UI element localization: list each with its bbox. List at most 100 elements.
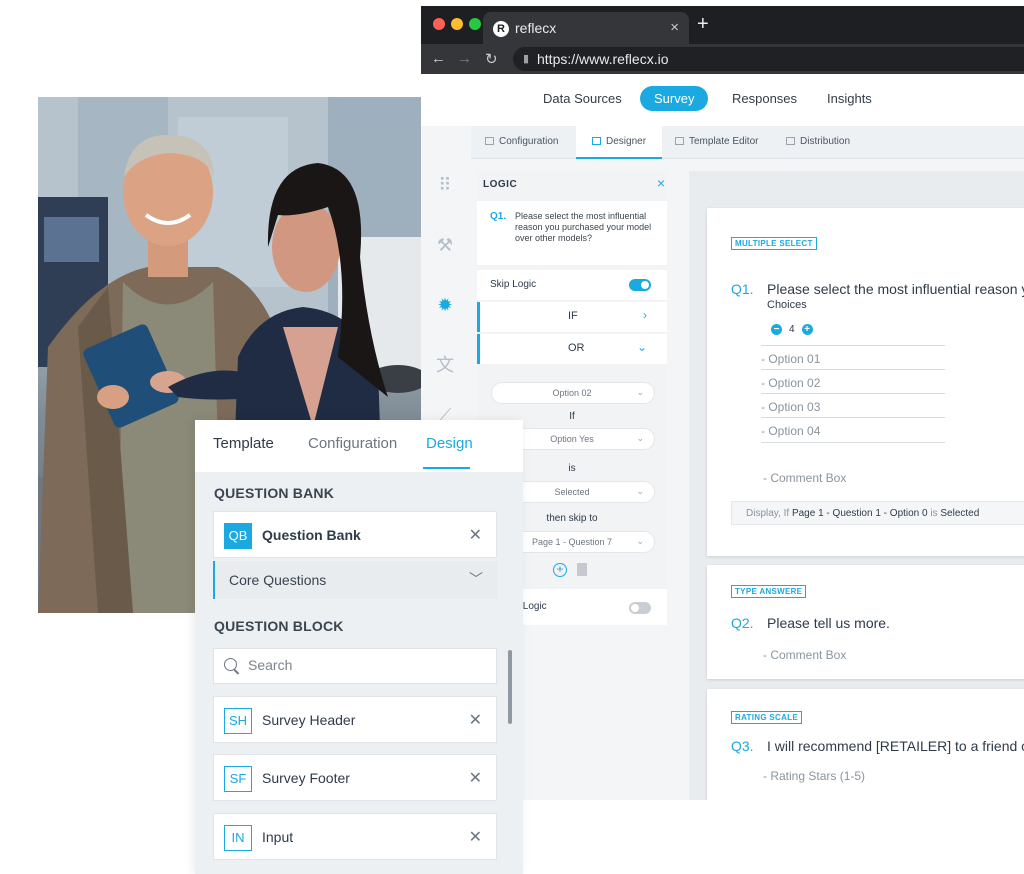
logic-title: LOGIC	[483, 179, 518, 190]
tab-template[interactable]: Template	[213, 435, 274, 452]
logic-question-text: Please select the most influential reaso…	[515, 211, 652, 243]
or-condition-row[interactable]: OR ⌄	[477, 334, 667, 364]
reflecx-favicon-icon: R	[493, 21, 509, 37]
close-icon[interactable]: ✕	[469, 827, 482, 847]
question-text: I will recommend [RETAILER] to a friend …	[767, 738, 1024, 754]
window-minimize-dot[interactable]	[451, 18, 463, 30]
logic-question: Q1. Please select the most influential r…	[477, 201, 667, 265]
address-bar[interactable]: ▮ https://www.reflecx.io	[513, 47, 1024, 71]
new-tab-icon[interactable]: +	[697, 14, 709, 34]
reload-icon[interactable]: ↻	[485, 50, 498, 68]
or-label: OR	[568, 342, 585, 354]
question-card-q1[interactable]: MULTIPLE SELECT Q1. Please select the mo…	[707, 208, 1024, 556]
question-block-heading: QUESTION BLOCK	[214, 618, 344, 634]
wrench-icon[interactable]: ⚒	[434, 234, 456, 256]
configuration-icon	[485, 137, 494, 145]
option-select[interactable]: Option 02 ⌄	[491, 382, 655, 404]
block-search	[213, 648, 497, 684]
minus-icon[interactable]: −	[771, 324, 782, 336]
choice-count-stepper: −4 +	[771, 321, 813, 339]
question-card-q3[interactable]: RATING SCALE Q3. I will recommend [RETAI…	[707, 689, 1024, 800]
close-icon[interactable]: ×	[657, 175, 665, 191]
add-condition-icon[interactable]: +	[553, 563, 567, 577]
tab-designer[interactable]: Designer	[576, 126, 663, 159]
forward-arrow-icon[interactable]: →	[457, 50, 472, 67]
question-number: Q2.	[731, 615, 754, 631]
option-row[interactable]: - Option 04	[761, 417, 945, 443]
question-text: Please tell us more.	[767, 615, 890, 631]
question-bank-item[interactable]: QB Question Bank ✕	[213, 511, 497, 558]
back-arrow-icon[interactable]: ←	[431, 50, 446, 67]
survey-footer-icon: SF	[224, 766, 252, 792]
chevron-right-icon: ›	[643, 308, 647, 322]
block-label: Input	[262, 829, 294, 845]
nav-responses[interactable]: Responses	[732, 91, 797, 106]
question-text: Please select the most influential reaso…	[767, 281, 1024, 297]
lightbulb-icon[interactable]: ✹	[434, 294, 456, 316]
chevron-down-icon: ⌄	[636, 433, 644, 443]
close-icon[interactable]: ✕	[469, 525, 482, 545]
block-item-survey-header[interactable]: SH Survey Header ✕	[213, 696, 497, 743]
browser-tab-strip: R reflecx × +	[421, 6, 1024, 44]
tab-configuration[interactable]: Configuration	[308, 435, 397, 452]
skip-logic-toggle[interactable]	[629, 279, 651, 291]
grid-icon[interactable]: ⠿	[434, 174, 456, 196]
tab-distribution-label: Distribution	[800, 136, 851, 147]
option-select-value: Option 02	[552, 388, 592, 398]
comment-box: - Comment Box	[763, 648, 847, 662]
app-top-nav: Data Sources Survey Responses Insights	[421, 74, 1024, 126]
designer-icon	[592, 137, 601, 145]
option-row[interactable]: - Option 02	[761, 369, 945, 393]
display-state: Selected	[940, 508, 980, 519]
browser-toolbar: ← → ↻ ▮ https://www.reflecx.io	[421, 44, 1024, 74]
tab-configuration[interactable]: Configuration	[485, 136, 558, 147]
display-is: is	[930, 508, 938, 519]
question-card-q2[interactable]: TYPE ANSWERE Q2. Please tell us more. - …	[707, 565, 1024, 679]
lock-icon: ▮	[523, 53, 530, 65]
chevron-down-icon: ⌄	[636, 536, 644, 546]
survey-header-icon: SH	[224, 708, 252, 734]
nav-data-sources[interactable]: Data Sources	[543, 91, 622, 106]
option-row[interactable]: - Option 01	[761, 345, 945, 369]
if-condition-row[interactable]: IF ›	[477, 302, 667, 332]
tab-close-icon[interactable]: ×	[670, 19, 679, 36]
block-label: Survey Footer	[262, 770, 350, 786]
comment-box: - Comment Box	[763, 471, 847, 485]
rating-stars: - Rating Stars (1-5)	[763, 769, 866, 783]
trash-icon[interactable]	[577, 563, 587, 576]
window-maximize-dot[interactable]	[469, 18, 481, 30]
tab-template-editor-label: Template Editor	[689, 136, 759, 147]
survey-sub-tabs: Configuration Designer Template Editor D…	[471, 126, 1024, 159]
close-icon[interactable]: ✕	[469, 768, 482, 788]
question-number: Q1.	[731, 281, 754, 297]
question-number: Q3.	[731, 738, 754, 754]
skip-logic-label: Skip Logic	[490, 279, 537, 290]
chevron-down-icon: ⌄	[636, 486, 644, 496]
tab-distribution[interactable]: Distribution	[786, 136, 850, 147]
translate-icon[interactable]: 文	[434, 354, 456, 376]
tab-design[interactable]: Design	[426, 435, 473, 452]
tab-template-editor[interactable]: Template Editor	[675, 136, 758, 147]
logic-question-number: Q1.	[490, 211, 507, 222]
chevron-down-icon: ⌄	[636, 387, 644, 397]
tab-designer-label: Designer	[606, 136, 647, 147]
option-row[interactable]: - Option 03	[761, 393, 945, 417]
block-item-input[interactable]: IN Input ✕	[213, 813, 497, 860]
nav-survey[interactable]: Survey	[640, 86, 709, 111]
question-type-badge: TYPE ANSWERE	[731, 585, 807, 598]
nav-insights[interactable]: Insights	[827, 91, 872, 106]
browser-tab[interactable]: R reflecx ×	[483, 12, 689, 44]
core-questions-label: Core Questions	[229, 572, 327, 588]
display-prefix: Display, If	[746, 508, 790, 519]
close-icon[interactable]: ✕	[469, 710, 482, 730]
question-type-badge: RATING SCALE	[731, 711, 803, 724]
plus-icon[interactable]: +	[801, 324, 813, 336]
search-input[interactable]	[248, 657, 488, 673]
window-close-dot[interactable]	[433, 18, 445, 30]
block-item-survey-footer[interactable]: SF Survey Footer ✕	[213, 754, 497, 801]
core-questions-dropdown[interactable]: Core Questions ﹀	[213, 561, 497, 599]
survey-canvas: MULTIPLE SELECT Q1. Please select the mo…	[689, 171, 1024, 800]
display-logic-toggle[interactable]	[629, 602, 651, 614]
scrollbar[interactable]	[508, 650, 512, 724]
skip-logic-row: Skip Logic	[477, 270, 667, 300]
